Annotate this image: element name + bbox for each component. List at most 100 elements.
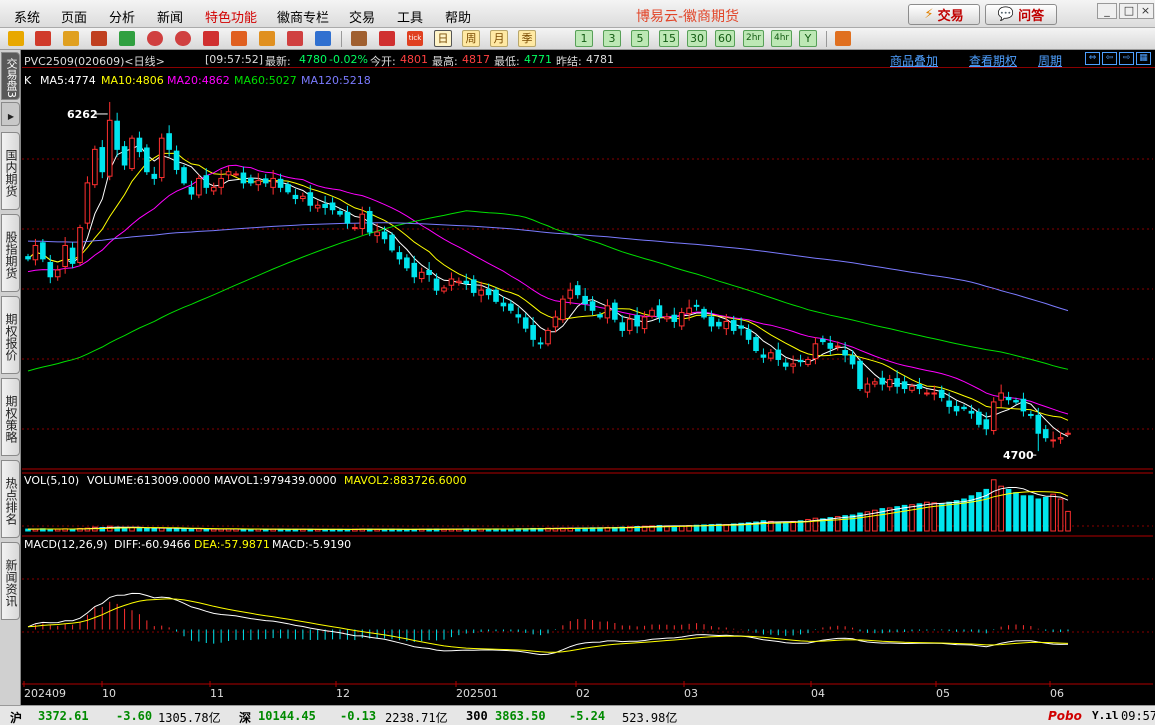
menu-news[interactable]: 新闻: [157, 7, 183, 26]
trend-icon[interactable]: [379, 31, 395, 46]
tab-option-quotes[interactable]: 期权报价: [1, 296, 20, 374]
candle-body: [924, 392, 930, 395]
volume-bar: [1013, 492, 1019, 532]
pen-icon[interactable]: [231, 31, 247, 46]
quote-info-line: PVC2509(020609)<日线> [09:57:52] 最新: 4780 …: [22, 51, 1155, 68]
candle-body: [84, 182, 91, 224]
candle-body: [233, 173, 239, 176]
menu-page[interactable]: 页面: [61, 7, 87, 26]
period-60min[interactable]: 60: [715, 30, 735, 47]
zoom-out-icon[interactable]: [175, 31, 191, 46]
minimize-button[interactable]: _: [1097, 3, 1117, 19]
indicator-icon[interactable]: [259, 31, 275, 46]
tab-news[interactable]: 新闻资讯: [1, 542, 20, 620]
i300-label: 300: [466, 709, 488, 723]
candle-body: [753, 337, 759, 352]
clock: 09:57: [1121, 709, 1155, 723]
period-day[interactable]: 日: [434, 30, 452, 47]
candle-body: [411, 262, 418, 278]
shrink-icon[interactable]: ⇦: [1102, 52, 1117, 65]
menu-trade[interactable]: 交易: [349, 7, 375, 26]
low-marker-label: 4700: [1003, 449, 1034, 462]
view-options-link[interactable]: 查看期权: [969, 52, 1017, 69]
candle-body: [797, 359, 804, 363]
period-week[interactable]: 周: [462, 30, 480, 47]
high-label: 最高:: [432, 55, 458, 68]
candle-body: [574, 285, 581, 296]
candle-body: [277, 178, 284, 188]
period-5min[interactable]: 5: [631, 30, 649, 47]
quote-time: [09:57:52]: [205, 53, 263, 66]
candle-body: [158, 137, 165, 179]
maximize-button[interactable]: □: [1119, 3, 1139, 19]
trade-button[interactable]: ⚡ 交易: [908, 4, 980, 25]
period-2hr[interactable]: 2hr: [743, 30, 765, 47]
candle-body: [820, 338, 826, 343]
candle-body: [909, 385, 915, 391]
tab-hot-ranking[interactable]: 热点排名: [1, 460, 20, 538]
candle-body: [678, 312, 685, 327]
date-label: 202501: [456, 687, 498, 700]
tick-icon[interactable]: tick: [407, 31, 423, 46]
ma120-line: [27, 222, 1069, 312]
overlay-link[interactable]: 商品叠加: [890, 52, 938, 69]
date-label: 02: [576, 687, 590, 700]
window-icon[interactable]: [203, 31, 219, 46]
period-3min[interactable]: 3: [603, 30, 621, 47]
menu-help[interactable]: 帮助: [445, 7, 471, 26]
back-arrow-icon[interactable]: [8, 31, 24, 46]
volume-bar: [924, 501, 930, 532]
ask-button[interactable]: 💬 问答: [985, 4, 1057, 25]
candle-body: [173, 150, 180, 170]
tab-domestic-futures[interactable]: 国内期货: [1, 132, 20, 210]
refresh-icon[interactable]: [119, 31, 135, 46]
tab-collapse[interactable]: ▶: [1, 102, 20, 126]
layout-icon[interactable]: [835, 31, 851, 46]
volume-bar: [990, 479, 997, 532]
grid-icon[interactable]: ▦: [1136, 52, 1151, 65]
table-icon[interactable]: [351, 31, 367, 46]
zoom-in-icon[interactable]: [147, 31, 163, 46]
expand-right-icon[interactable]: ⇨: [1119, 52, 1134, 65]
candle-body: [842, 350, 848, 356]
menu-system[interactable]: 系统: [14, 7, 40, 26]
candle-body: [998, 392, 1004, 401]
candle-body: [597, 314, 603, 318]
period-link[interactable]: 周期: [1038, 52, 1062, 69]
macd-legend-diff: DIFF:-60.9466: [114, 538, 191, 551]
tab-trading-panel[interactable]: 交易盘3: [1, 52, 20, 100]
expand-left-icon[interactable]: ⇔: [1085, 52, 1100, 65]
i300-change: -5.24: [569, 709, 606, 723]
kline-chart[interactable]: K MA5:4774 MA10:4806 MA20:4862 MA60:5027…: [22, 69, 1153, 705]
menu-tools[interactable]: 工具: [397, 7, 423, 26]
period-quarter[interactable]: 季: [518, 30, 536, 47]
volume-bar: [136, 527, 143, 532]
period-30min[interactable]: 30: [687, 30, 707, 47]
close-button[interactable]: ×: [1137, 3, 1154, 19]
filter-icon[interactable]: [287, 31, 303, 46]
candle-body: [894, 378, 900, 387]
menu-analysis[interactable]: 分析: [109, 7, 135, 26]
menu-features[interactable]: 特色功能: [205, 7, 257, 26]
candle-body: [901, 381, 908, 390]
last-label: 最新:: [265, 55, 291, 68]
volume-bar: [158, 527, 165, 532]
new-icon[interactable]: [315, 31, 331, 46]
low-value: 4771: [524, 53, 552, 66]
home-icon[interactable]: [35, 31, 51, 46]
quote-icon[interactable]: [91, 31, 107, 46]
tab-option-strategy[interactable]: 期权策略: [1, 378, 20, 456]
menu-huishang[interactable]: 徽商专栏: [277, 7, 329, 26]
period-month[interactable]: 月: [490, 30, 508, 47]
tab-index-futures[interactable]: 股指期货: [1, 214, 20, 292]
list-icon[interactable]: [63, 31, 79, 46]
candle-body: [708, 316, 715, 327]
period-1min[interactable]: 1: [575, 30, 593, 47]
candle-body: [723, 320, 730, 330]
period-4hr[interactable]: 4hr: [771, 30, 793, 47]
period-custom[interactable]: Y: [799, 30, 817, 47]
lightning-icon: ⚡: [924, 7, 934, 22]
period-15min[interactable]: 15: [659, 30, 679, 47]
change-value: -0.02%: [329, 53, 368, 66]
candle-body: [292, 194, 299, 200]
